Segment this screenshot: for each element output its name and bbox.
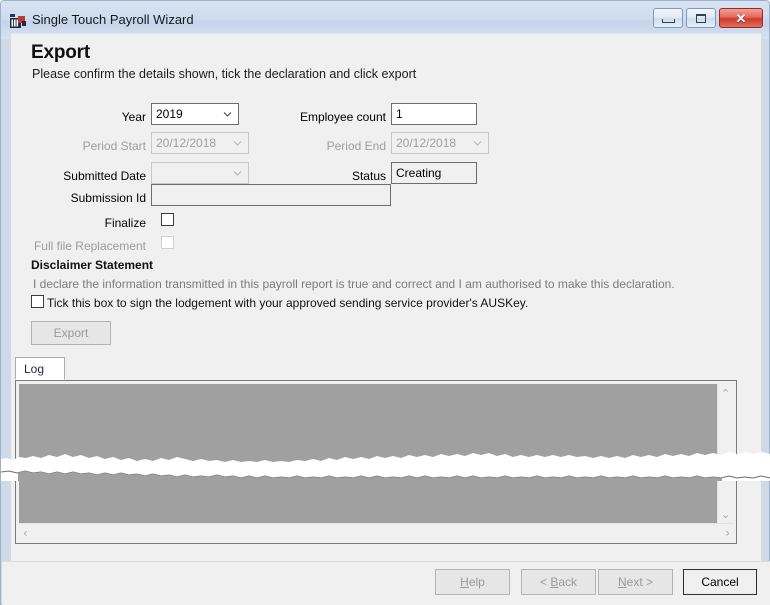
log-horizontal-scrollbar[interactable]: ‹ › (19, 523, 734, 540)
sign-declaration-label: Tick this box to sign the lodgement with… (47, 296, 529, 310)
application-window: Single Touch Payroll Wizard ✕ Export Ple… (0, 0, 770, 605)
full-file-replacement-label: Full file Replacement (33, 239, 146, 253)
maximize-button[interactable] (686, 8, 716, 28)
sign-declaration-checkbox[interactable] (31, 295, 44, 308)
export-button-label: Export (53, 326, 89, 340)
page-title: Export (31, 42, 90, 63)
chevron-down-icon (233, 169, 242, 178)
back-button[interactable]: < Back (521, 569, 596, 595)
period-end-value: 20/12/2018 (396, 136, 457, 150)
help-button[interactable]: Help (435, 569, 510, 595)
maximize-icon (696, 13, 706, 23)
next-button[interactable]: Next > (598, 569, 673, 595)
finalize-label: Finalize (104, 216, 146, 230)
tab-log-label: Log (24, 362, 45, 376)
disclaimer-heading: Disclaimer Statement (31, 258, 154, 272)
full-file-replacement-checkbox (161, 236, 174, 249)
tab-strip-filler (65, 361, 737, 380)
submitted-date-datepicker (151, 162, 249, 184)
wizard-footer: Help < Back Next > Cancel (2, 562, 770, 605)
period-start-value: 20/12/2018 (156, 136, 217, 150)
status-value: Creating (396, 166, 442, 180)
minimize-button[interactable] (653, 8, 683, 28)
log-content[interactable] (19, 384, 719, 524)
window-title: Single Touch Payroll Wizard (32, 12, 194, 27)
status-field: Creating (391, 162, 477, 184)
chevron-down-icon (473, 139, 482, 148)
period-end-datepicker: 20/12/2018 (391, 132, 489, 154)
submitted-date-label: Submitted Date (63, 169, 146, 183)
finalize-checkbox[interactable] (161, 213, 174, 226)
wizard-client-area: Export Please confirm the details shown,… (11, 33, 761, 562)
period-start-label: Period Start (82, 139, 146, 153)
next-button-label: Next > (617, 575, 654, 589)
close-icon: ✕ (735, 10, 747, 26)
employee-count-value: 1 (396, 107, 403, 121)
period-end-label: Period End (326, 139, 386, 153)
scroll-down-icon[interactable]: ⌄ (721, 509, 730, 520)
help-button-label: Help (460, 575, 485, 589)
app-icon (10, 12, 27, 28)
log-vertical-scrollbar[interactable]: ⌃ ⌄ (717, 384, 733, 524)
year-value: 2019 (156, 107, 183, 121)
employee-count-label: Employee count (299, 110, 386, 124)
scroll-up-icon[interactable]: ⌃ (721, 388, 730, 399)
page-subtitle: Please confirm the details shown, tick t… (32, 67, 417, 81)
period-start-datepicker: 20/12/2018 (151, 132, 249, 154)
export-button[interactable]: Export (31, 321, 111, 345)
scroll-right-icon[interactable]: › (725, 527, 730, 539)
year-label: Year (121, 110, 146, 124)
status-label: Status (351, 169, 386, 183)
log-panel: ⌃ ⌄ ‹ › (15, 380, 737, 544)
employee-count-input[interactable]: 1 (391, 103, 477, 125)
close-button[interactable]: ✕ (719, 8, 763, 28)
tab-strip: Log (15, 357, 737, 381)
submission-id-label: Submission Id (70, 191, 146, 205)
scroll-left-icon[interactable]: ‹ (23, 527, 28, 539)
declaration-text: I declare the information transmitted in… (33, 277, 675, 291)
cancel-button-label: Cancel (701, 575, 739, 589)
back-button-label: < Back (539, 575, 578, 589)
minimize-icon (661, 18, 675, 23)
chevron-down-icon (233, 139, 242, 148)
caption-button-group: ✕ (653, 8, 763, 28)
submission-id-field (151, 184, 391, 206)
tab-log[interactable]: Log (15, 357, 65, 380)
cancel-button[interactable]: Cancel (683, 569, 757, 595)
